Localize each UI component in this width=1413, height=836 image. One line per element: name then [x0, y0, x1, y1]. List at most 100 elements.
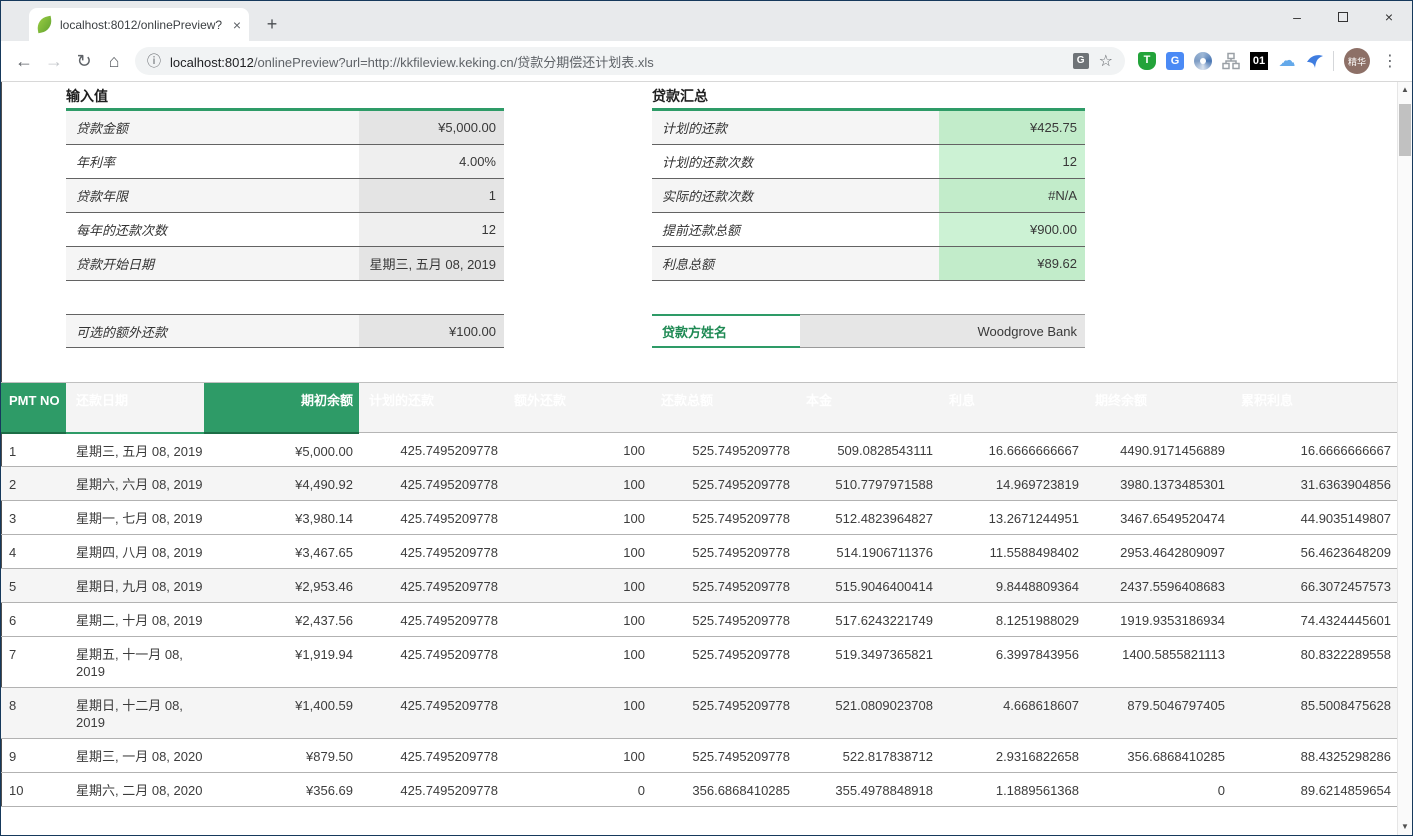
cell-payment-date: 星期二, 十月 08, 2019 [66, 603, 204, 637]
maximize-icon [1338, 12, 1348, 22]
swirl-extension-icon[interactable] [1189, 46, 1217, 76]
input-section-title: 输入值 [66, 86, 108, 106]
summary-value: ¥900.00 [939, 213, 1085, 246]
cell-principal: 515.9046400414 [796, 569, 939, 603]
back-button[interactable]: ← [9, 46, 39, 76]
cell-interest: 4.668618607 [939, 688, 1085, 739]
scroll-up-arrow[interactable]: ▲ [1398, 82, 1412, 98]
cell-interest: 11.5588498402 [939, 535, 1085, 569]
window-close-button[interactable]: × [1366, 1, 1412, 33]
browser-menu-button[interactable]: ⋮ [1376, 46, 1404, 76]
header-pmt-no: PMT NO [1, 383, 66, 433]
cell-total-payment: 525.7495209778 [651, 603, 796, 637]
cell-extra-payment: 100 [504, 535, 651, 569]
new-tab-button[interactable]: + [259, 11, 285, 37]
input-row: 每年的还款次数 12 [66, 213, 504, 247]
cell-interest: 14.969723819 [939, 467, 1085, 501]
cell-beginning-balance: ¥3,467.65 [204, 535, 359, 569]
cell-extra-payment: 100 [504, 467, 651, 501]
cell-extra-payment: 100 [504, 569, 651, 603]
scrollbar-thumb[interactable] [1399, 104, 1411, 156]
cell-pmt-no: 9 [1, 739, 66, 773]
header-cumulative-interest: 累积利息 [1231, 383, 1397, 433]
extra-payment-value: ¥100.00 [359, 315, 504, 347]
cell-principal: 355.4978848918 [796, 773, 939, 807]
cell-payment-date: 星期日, 九月 08, 2019 [66, 569, 204, 603]
header-extra-payment: 额外还款 [504, 383, 651, 433]
forward-button[interactable]: → [39, 46, 69, 76]
cell-cumulative-interest: 44.9035149807 [1231, 501, 1397, 535]
sitemap-extension-icon[interactable] [1217, 46, 1245, 76]
cell-pmt-no: 6 [1, 603, 66, 637]
browser-window: localhost:8012/onlinePreview? × + – × ← … [0, 0, 1413, 836]
input-table: 贷款金额 ¥5,000.00 年利率 4.00% 贷款年限 1 每年的还款次数 … [66, 111, 504, 281]
cell-total-payment: 525.7495209778 [651, 433, 796, 467]
header-principal: 本金 [796, 383, 939, 433]
scroll-down-arrow[interactable]: ▼ [1398, 819, 1412, 835]
amortization-row: 8 星期日, 十二月 08, 2019 ¥1,400.59 425.749520… [1, 688, 1397, 739]
window-maximize-button[interactable] [1320, 1, 1366, 33]
cell-principal: 510.7797971588 [796, 467, 939, 501]
amortization-header: PMT NO 还款日期 期初余额 计划的还款 额外还款 还款总额 本金 利息 期… [1, 383, 1397, 433]
calendar-01-extension-icon[interactable]: 01 [1245, 46, 1273, 76]
cell-principal: 517.6243221749 [796, 603, 939, 637]
input-label: 每年的还款次数 [66, 220, 359, 239]
profile-avatar[interactable]: 精华 [1344, 48, 1370, 74]
cell-ending-balance: 879.5046797405 [1085, 688, 1231, 739]
header-ending-balance: 期终余额 [1085, 383, 1231, 433]
input-value: ¥5,000.00 [359, 111, 504, 144]
cell-interest: 13.2671244951 [939, 501, 1085, 535]
cell-cumulative-interest: 66.3072457573 [1231, 569, 1397, 603]
cell-extra-payment: 100 [504, 637, 651, 688]
cloud-extension-icon[interactable]: ☁ [1273, 46, 1301, 76]
address-bar[interactable]: ⓘ localhost:8012/onlinePreview?url=http:… [135, 47, 1125, 75]
home-button[interactable]: ⌂ [99, 46, 129, 76]
browser-toolbar: ← → ↻ ⌂ ⓘ localhost:8012/onlinePreview?u… [1, 41, 1412, 82]
lender-label: 贷款方姓名 [652, 314, 800, 348]
cell-scheduled-payment: 425.7495209778 [359, 501, 504, 535]
tab-close-icon[interactable]: × [233, 17, 241, 33]
toolbar-separator [1333, 51, 1334, 71]
amortization-row: 2 星期六, 六月 08, 2019 ¥4,490.92 425.7495209… [1, 467, 1397, 501]
amortization-table: PMT NO 还款日期 期初余额 计划的还款 额外还款 还款总额 本金 利息 期… [1, 382, 1397, 807]
amortization-row: 3 星期一, 七月 08, 2019 ¥3,980.14 425.7495209… [1, 501, 1397, 535]
amortization-row: 7 星期五, 十一月 08, 2019 ¥1,919.94 425.749520… [1, 637, 1397, 688]
summary-label: 计划的还款 [652, 118, 939, 137]
cell-cumulative-interest: 80.8322289558 [1231, 637, 1397, 688]
url-host: localhost:8012 [170, 55, 254, 70]
input-value: 12 [359, 213, 504, 246]
bird-icon [1306, 52, 1324, 70]
amortization-row: 10 星期六, 二月 08, 2020 ¥356.69 425.74952097… [1, 773, 1397, 807]
shield-extension-icon[interactable]: T [1133, 46, 1161, 76]
summary-label: 计划的还款次数 [652, 152, 939, 171]
cell-scheduled-payment: 425.7495209778 [359, 433, 504, 467]
reload-button[interactable]: ↻ [69, 46, 99, 76]
cell-pmt-no: 4 [1, 535, 66, 569]
cell-scheduled-payment: 425.7495209778 [359, 739, 504, 773]
url-path: /onlinePreview?url=http://kkfileview.kek… [254, 55, 654, 70]
cell-total-payment: 525.7495209778 [651, 501, 796, 535]
bookmark-star-icon[interactable]: ☆ [1099, 51, 1113, 71]
extra-payment-row: 可选的额外还款 ¥100.00 [66, 314, 504, 348]
site-info-icon[interactable]: ⓘ [147, 51, 161, 71]
cell-ending-balance: 3467.6549520474 [1085, 501, 1231, 535]
tab-title: localhost:8012/onlinePreview? [60, 18, 227, 32]
cell-ending-balance: 3980.1373485301 [1085, 467, 1231, 501]
file-preview-area: 输入值 贷款金额 ¥5,000.00 年利率 4.00% 贷款年限 1 [1, 82, 1412, 835]
summary-row: 利息总额 ¥89.62 [652, 247, 1085, 281]
cell-ending-balance: 1400.5855821113 [1085, 637, 1231, 688]
lender-row: 贷款方姓名 Woodgrove Bank [652, 314, 1085, 348]
extra-payment-label: 可选的额外还款 [66, 322, 359, 341]
cell-pmt-no: 8 [1, 688, 66, 739]
window-minimize-button[interactable]: – [1274, 1, 1320, 33]
bird-extension-icon[interactable] [1301, 46, 1329, 76]
input-label: 贷款年限 [66, 186, 359, 205]
browser-tab[interactable]: localhost:8012/onlinePreview? × [29, 8, 249, 41]
translate-page-icon[interactable]: G [1073, 53, 1089, 69]
summary-row: 计划的还款 ¥425.75 [652, 111, 1085, 145]
translate-extension-icon[interactable]: G [1161, 46, 1189, 76]
vertical-scrollbar[interactable]: ▲ ▼ [1397, 82, 1412, 835]
cell-pmt-no: 3 [1, 501, 66, 535]
cell-cumulative-interest: 85.5008475628 [1231, 688, 1397, 739]
cell-pmt-no: 2 [1, 467, 66, 501]
